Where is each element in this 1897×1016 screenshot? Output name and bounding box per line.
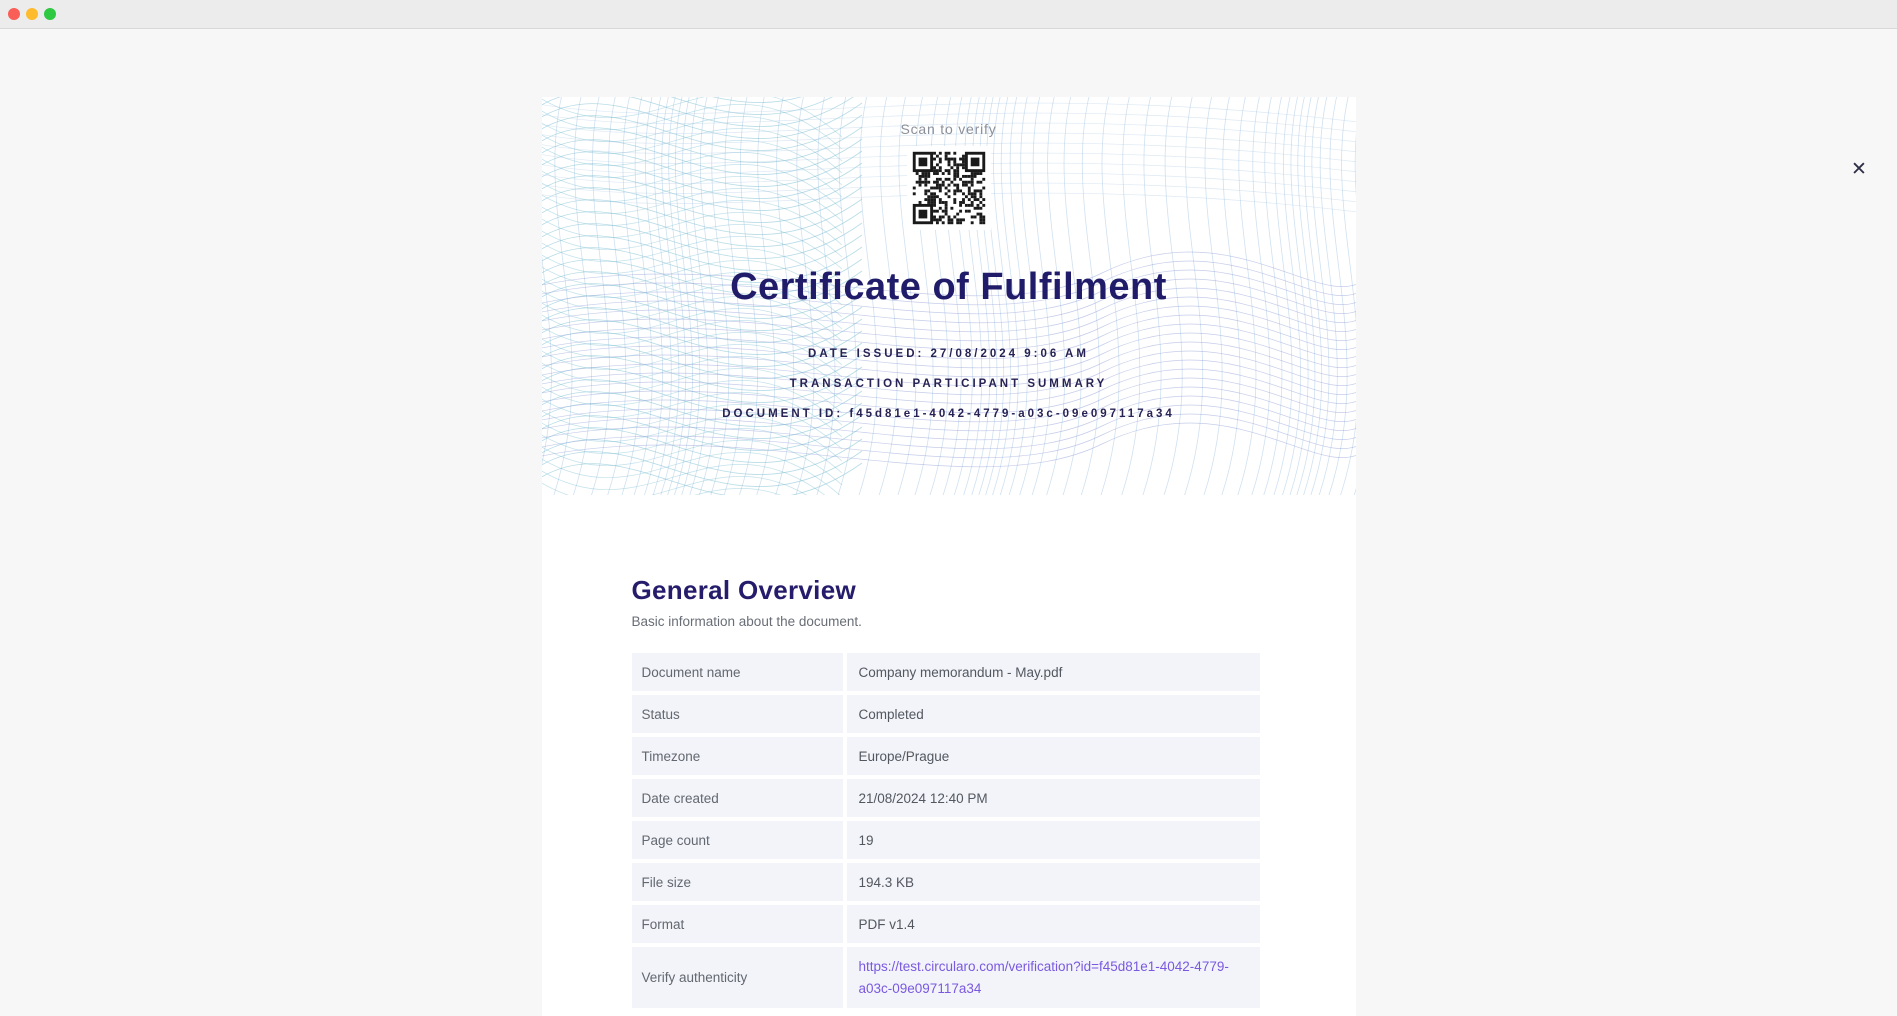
summary-type-line: TRANSACTION PARTICIPANT SUMMARY — [722, 369, 1175, 399]
section-heading: General Overview — [632, 575, 1268, 606]
minimize-window-button[interactable] — [26, 8, 38, 20]
certificate-header: Scan to verify Certificate of Fulfilment… — [542, 97, 1356, 495]
qr-code-icon — [907, 146, 991, 230]
verify-authenticity-link[interactable]: https://test.circularo.com/verification?… — [859, 956, 1248, 999]
section-subtitle: Basic information about the document. — [632, 614, 1268, 629]
table-row: StatusCompleted — [632, 695, 1260, 733]
row-label: Format — [632, 905, 843, 943]
row-value: https://test.circularo.com/verification?… — [847, 947, 1260, 1008]
row-label: Document name — [632, 653, 843, 691]
table-row: Verify authenticity https://test.circular… — [632, 947, 1260, 1008]
modal-backdrop: ✕ Scan to verify Certificate of Fulfilme… — [0, 97, 1897, 1016]
row-label: Timezone — [632, 737, 843, 775]
table-row: TimezoneEurope/Prague — [632, 737, 1260, 775]
overview-table: Document nameCompany memorandum - May.pd… — [632, 653, 1260, 1008]
table-row: File size194.3 KB — [632, 863, 1260, 901]
row-value: 194.3 KB — [847, 863, 1260, 901]
row-label: File size — [632, 863, 843, 901]
zoom-window-button[interactable] — [44, 8, 56, 20]
traffic-lights — [8, 8, 56, 20]
certificate-document: Scan to verify Certificate of Fulfilment… — [542, 97, 1356, 1016]
table-row: FormatPDF v1.4 — [632, 905, 1260, 943]
certificate-body: General Overview Basic information about… — [542, 495, 1356, 1016]
row-label: Verify authenticity — [632, 947, 843, 1008]
scan-to-verify-label: Scan to verify — [900, 121, 996, 137]
row-value: Completed — [847, 695, 1260, 733]
date-issued-line: DATE ISSUED: 27/08/2024 9:06 AM — [722, 339, 1175, 369]
row-label: Page count — [632, 821, 843, 859]
row-value: 21/08/2024 12:40 PM — [847, 779, 1260, 817]
table-row: Date created21/08/2024 12:40 PM — [632, 779, 1260, 817]
close-window-button[interactable] — [8, 8, 20, 20]
row-value: Europe/Prague — [847, 737, 1260, 775]
table-row: Document nameCompany memorandum - May.pd… — [632, 653, 1260, 691]
certificate-meta: DATE ISSUED: 27/08/2024 9:06 AM TRANSACT… — [722, 339, 1175, 429]
certificate-title: Certificate of Fulfilment — [730, 266, 1167, 309]
table-row: Page count19 — [632, 821, 1260, 859]
row-value: PDF v1.4 — [847, 905, 1260, 943]
row-label: Status — [632, 695, 843, 733]
row-value: Company memorandum - May.pdf — [847, 653, 1260, 691]
row-value: 19 — [847, 821, 1260, 859]
row-label: Date created — [632, 779, 843, 817]
document-id-line: DOCUMENT ID: f45d81e1-4042-4779-a03c-09e… — [722, 399, 1175, 429]
window-titlebar — [0, 0, 1897, 29]
close-icon[interactable]: ✕ — [1845, 155, 1873, 183]
